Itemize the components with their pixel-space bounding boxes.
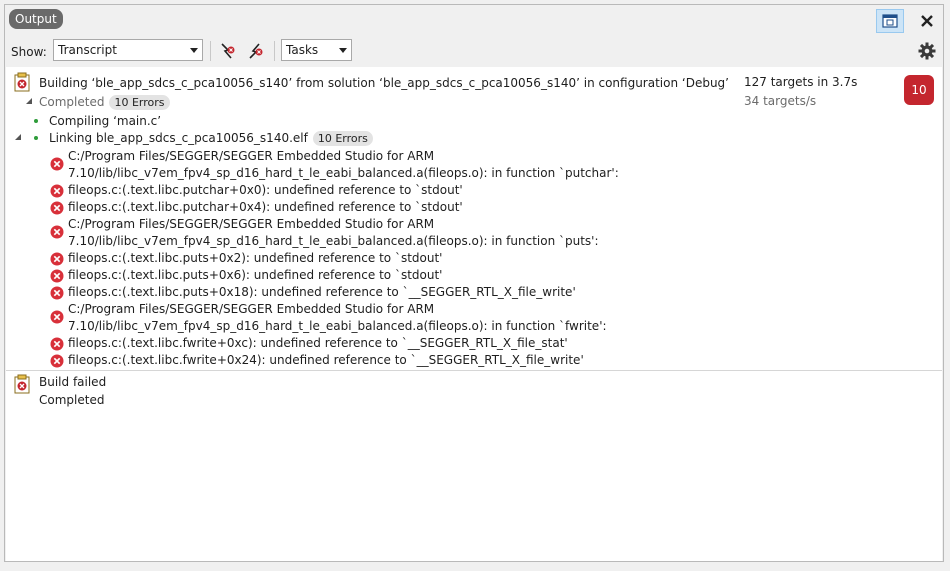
float-window-icon (882, 14, 898, 28)
collapse-triangle-icon[interactable] (14, 133, 22, 141)
divider (6, 370, 942, 371)
build-rate: 34 targets/s (744, 94, 817, 108)
transcript-list[interactable]: Building ‘ble_app_sdcs_c_pca10056_s140’ … (6, 67, 942, 561)
error-text: fileops.c:(.text.libc.puts+0x18): undefi… (68, 285, 576, 299)
next-error-icon[interactable] (219, 42, 237, 60)
error-icon (50, 157, 64, 171)
chevron-down-icon (190, 48, 198, 53)
build-log-icon (14, 374, 30, 394)
success-dot-icon (34, 136, 38, 140)
error-text: 7.10/lib/libc_v7em_fpv4_sp_d16_hard_t_le… (68, 319, 607, 333)
error-text: fileops.c:(.text.libc.puts+0x6): undefin… (68, 268, 443, 282)
show-select-value: Transcript (58, 43, 117, 57)
previous-error-icon[interactable] (247, 42, 265, 60)
error-icon (50, 286, 64, 300)
error-icon (50, 354, 64, 368)
error-text: fileops.c:(.text.libc.fwrite+0x24): unde… (68, 353, 584, 367)
error-text: C:/Program Files/SEGGER/SEGGER Embedded … (68, 217, 435, 231)
gear-icon[interactable] (917, 41, 937, 61)
panel-title[interactable]: Output (9, 9, 63, 29)
build-status: Completed (39, 95, 105, 109)
build-result-title[interactable]: Build failed (39, 374, 106, 391)
link-errors-badge: 10 Errors (312, 131, 373, 146)
success-dot-icon (34, 119, 38, 123)
link-row[interactable]: Linking ble_app_sdcs_c_pca10056_s140.elf… (49, 130, 373, 147)
error-icon (50, 252, 64, 266)
error-icon (50, 184, 64, 198)
error-text: fileops.c:(.text.libc.fwrite+0xc): undef… (68, 336, 568, 350)
close-icon (921, 15, 933, 27)
float-window-button[interactable] (876, 9, 904, 33)
tasks-select[interactable]: Tasks (281, 39, 352, 61)
error-text: fileops.c:(.text.libc.putchar+0x0): unde… (68, 183, 463, 197)
error-text: C:/Program Files/SEGGER/SEGGER Embedded … (68, 302, 435, 316)
title-bar: Output (5, 5, 943, 35)
error-count-badge[interactable]: 10 (904, 75, 934, 105)
error-icon (50, 225, 64, 239)
output-panel: Output Show: Transcript Tasks Building ‘… (4, 4, 944, 562)
error-icon (50, 269, 64, 283)
error-text: C:/Program Files/SEGGER/SEGGER Embedded … (68, 149, 435, 163)
chevron-down-icon (339, 48, 347, 53)
build-result-status: Completed (39, 393, 105, 407)
error-icon (50, 310, 64, 324)
status-badge: 10 Errors (109, 95, 170, 110)
link-label: Linking ble_app_sdcs_c_pca10056_s140.elf (49, 131, 308, 145)
close-button[interactable] (913, 9, 941, 33)
show-label: Show: (11, 45, 47, 59)
error-text: fileops.c:(.text.libc.putchar+0x4): unde… (68, 200, 463, 214)
build-status-row: Completed 10 Errors (39, 94, 170, 111)
output-toolbar: Show: Transcript Tasks (5, 38, 943, 66)
compile-row[interactable]: Compiling ‘main.c’ (49, 113, 161, 130)
tasks-select-value: Tasks (286, 43, 319, 57)
error-icon (50, 201, 64, 215)
collapse-triangle-icon[interactable] (25, 97, 33, 105)
toolbar-separator (274, 41, 275, 61)
error-text: 7.10/lib/libc_v7em_fpv4_sp_d16_hard_t_le… (68, 166, 619, 180)
error-text: 7.10/lib/libc_v7em_fpv4_sp_d16_hard_t_le… (68, 234, 599, 248)
error-icon (50, 337, 64, 351)
show-select[interactable]: Transcript (53, 39, 203, 61)
toolbar-separator (210, 41, 211, 61)
build-targets: 127 targets in 3.7s (744, 75, 858, 89)
error-text: fileops.c:(.text.libc.puts+0x2): undefin… (68, 251, 443, 265)
build-header[interactable]: Building ‘ble_app_sdcs_c_pca10056_s140’ … (39, 75, 729, 92)
build-log-icon (14, 72, 30, 92)
